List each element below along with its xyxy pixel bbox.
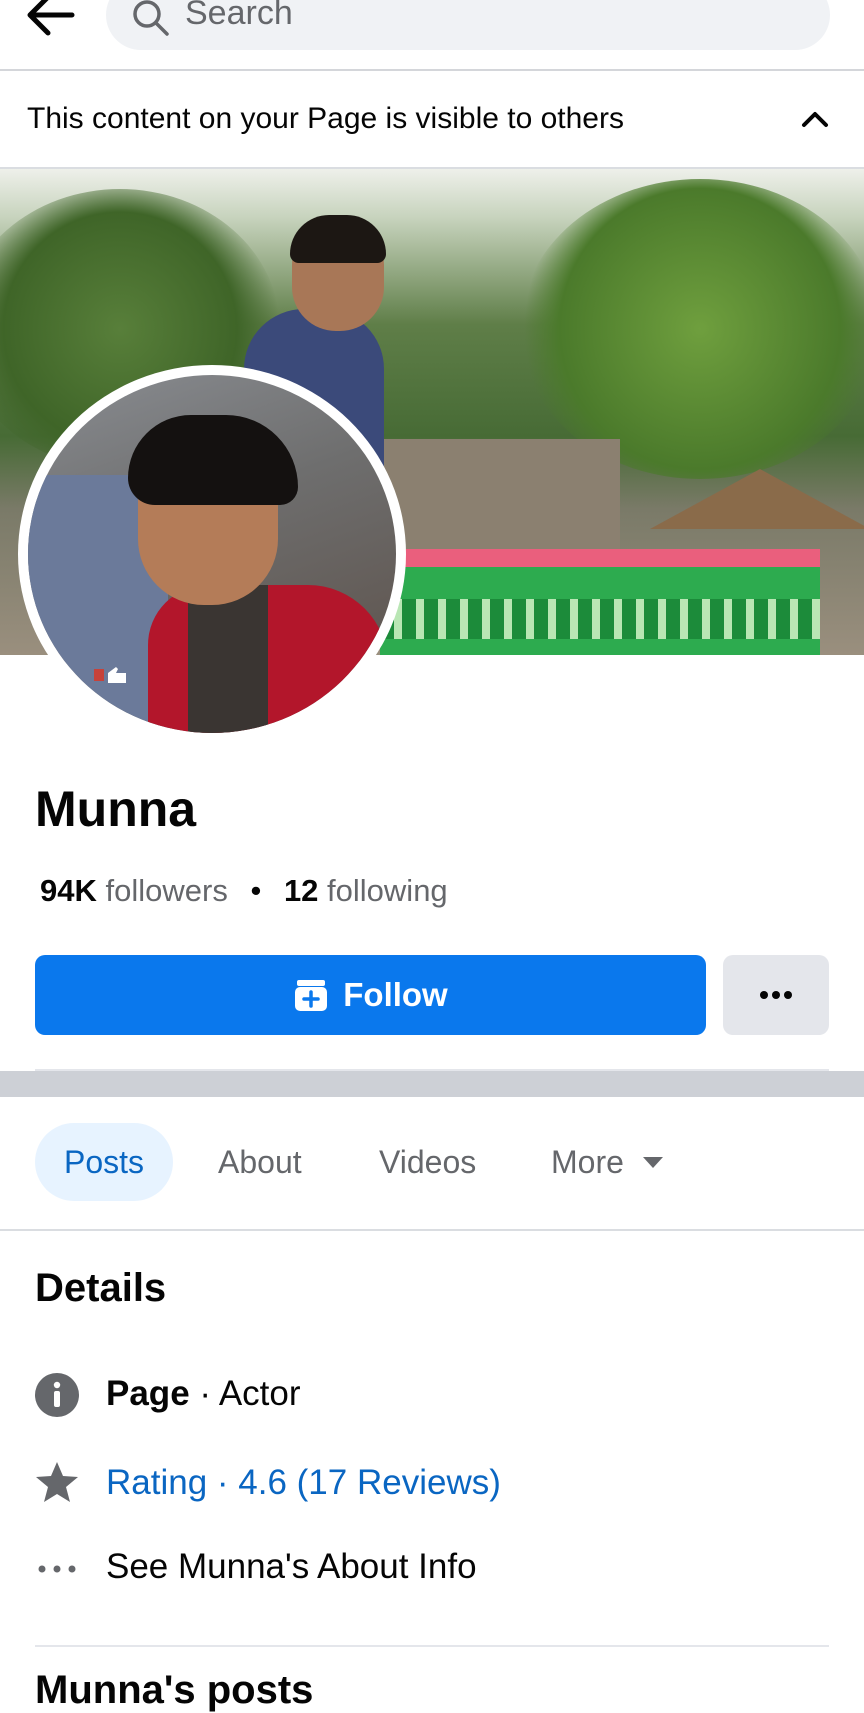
profile-picture[interactable] bbox=[18, 365, 406, 743]
search-placeholder: Search bbox=[185, 0, 293, 32]
avatar-jacket bbox=[148, 585, 388, 733]
followers-label[interactable]: followers bbox=[106, 873, 228, 908]
tab-posts[interactable]: Posts bbox=[35, 1123, 173, 1201]
following-count[interactable]: 12 bbox=[284, 873, 318, 908]
avatar-shirt bbox=[188, 585, 268, 733]
page-category: Page · Actor bbox=[106, 1374, 301, 1414]
section-separator bbox=[0, 1071, 864, 1097]
back-arrow-icon bbox=[27, 0, 75, 36]
tab-more-label: More bbox=[551, 1143, 624, 1180]
tab-more[interactable]: More bbox=[551, 1123, 664, 1201]
dots-icon bbox=[38, 1565, 76, 1573]
divider bbox=[35, 1645, 829, 1647]
more-horizontal-icon bbox=[760, 991, 792, 999]
profile-tabs: Posts About Videos More bbox=[0, 1097, 864, 1231]
back-button[interactable] bbox=[22, 0, 78, 40]
stats-separator: • bbox=[250, 873, 262, 908]
watermark-like-icon bbox=[94, 667, 126, 683]
tab-videos[interactable]: Videos bbox=[379, 1123, 476, 1201]
cover-person-hair bbox=[290, 215, 386, 263]
cover-cup-pattern bbox=[380, 599, 820, 639]
rating-link[interactable]: Rating · 4.6 (17 Reviews) bbox=[106, 1463, 501, 1503]
follow-icon bbox=[295, 980, 328, 1011]
chevron-up-icon[interactable] bbox=[800, 105, 830, 135]
search-icon bbox=[133, 0, 169, 36]
tab-videos-label: Videos bbox=[379, 1143, 477, 1180]
caret-down-icon bbox=[642, 1157, 663, 1168]
page-label: Page bbox=[106, 1374, 190, 1413]
see-about-info-link[interactable]: See Munna's About Info bbox=[106, 1547, 477, 1587]
details-heading: Details bbox=[35, 1266, 167, 1310]
search-input[interactable]: Search bbox=[106, 0, 830, 50]
visibility-banner[interactable]: This content on your Page is visible to … bbox=[0, 71, 864, 169]
tab-about[interactable]: About bbox=[218, 1123, 302, 1201]
tab-about-label: About bbox=[218, 1143, 302, 1180]
top-bar: Search bbox=[0, 0, 864, 71]
followers-count[interactable]: 94K bbox=[40, 873, 97, 908]
posts-heading: Munna's posts bbox=[35, 1668, 314, 1712]
page-category-value: · Actor bbox=[189, 1374, 301, 1413]
page-name: Munna bbox=[35, 781, 197, 837]
cover-trees bbox=[520, 179, 864, 479]
follow-stats: 94K followers • 12 following bbox=[40, 873, 448, 909]
profile-picture-image bbox=[28, 375, 396, 733]
info-icon bbox=[35, 1373, 79, 1417]
avatar-hair bbox=[128, 415, 298, 505]
star-icon bbox=[36, 1462, 78, 1502]
tab-posts-label: Posts bbox=[63, 1143, 145, 1180]
visibility-banner-text: This content on your Page is visible to … bbox=[27, 102, 624, 135]
follow-label: Follow bbox=[343, 976, 448, 1013]
more-options-button[interactable] bbox=[723, 955, 829, 1035]
follow-button[interactable]: Follow bbox=[35, 955, 706, 1035]
following-label[interactable]: following bbox=[327, 873, 448, 908]
